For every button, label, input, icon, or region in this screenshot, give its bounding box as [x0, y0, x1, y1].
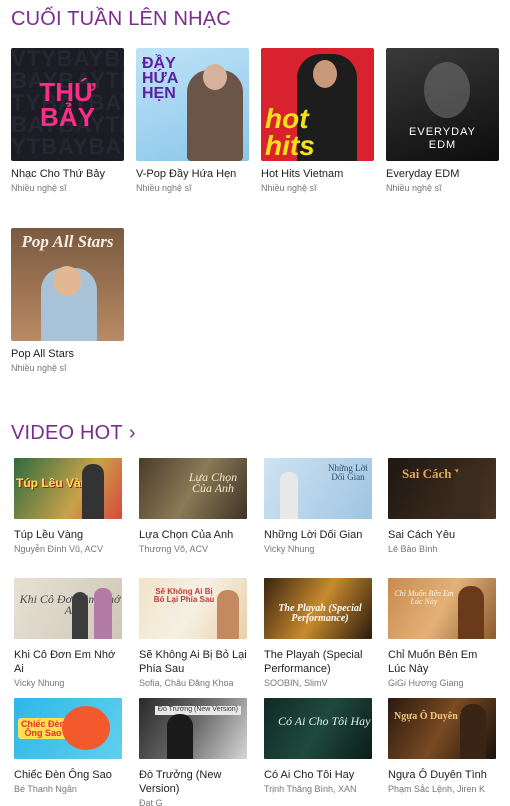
video-title[interactable]: Đò Trưởng (New Version) — [139, 768, 247, 796]
cover-art-text: EVERYDAY EDM — [409, 126, 476, 152]
artist-head — [203, 64, 227, 90]
video-thumbnail[interactable]: The Playah (Special Performance) — [264, 578, 372, 639]
playlist-card[interactable]: hot hits Hot Hits Vietnam Nhiều nghệ sĩ — [261, 48, 374, 193]
video-thumbnail[interactable]: Đò Trưởng (New Version) — [139, 698, 247, 759]
video-artist[interactable]: Sofia, Châu Đăng Khoa — [139, 678, 247, 688]
video-thumbnail[interactable]: Ngựa Ô Duyên Tình — [388, 698, 496, 759]
video-card[interactable]: Chỉ Muốn Bên Em Lúc Này Chỉ Muốn Bên Em … — [388, 578, 496, 688]
video-title[interactable]: Ngựa Ô Duyên Tình — [388, 768, 496, 782]
playlist-cover[interactable]: Pop All Stars — [11, 228, 124, 341]
thumbnail-text: Những Lời Dối Gian — [328, 463, 368, 482]
video-thumbnail[interactable]: Sẽ Không Ai Bị Bỏ Lại Phía Sau — [139, 578, 247, 639]
cover-art-text: THỨ BẢY — [39, 77, 96, 132]
video-thumbnail[interactable]: Có Ai Cho Tôi Hay — [264, 698, 372, 759]
video-card[interactable]: Có Ai Cho Tôi Hay Có Ai Cho Tôi Hay Trịn… — [264, 698, 372, 794]
video-title[interactable]: Chiếc Đèn Ông Sao — [14, 768, 122, 782]
playlist-title[interactable]: Nhạc Cho Thứ Bảy — [11, 167, 124, 181]
playlist-title[interactable]: Hot Hits Vietnam — [261, 167, 374, 181]
playlist-subtitle: Nhiều nghệ sĩ — [386, 183, 442, 193]
cover-art-text: hot hits — [265, 103, 315, 161]
video-thumbnail[interactable]: Lựa Chọn Của Anh — [139, 458, 247, 519]
artist-figure — [280, 472, 298, 519]
artist-head — [424, 62, 470, 118]
playlist-cover[interactable]: ĐẦY HỨA HẸN — [136, 48, 249, 161]
thumbnail-text: Chỉ Muốn Bên Em Lúc Này — [394, 589, 454, 606]
video-title[interactable]: Có Ai Cho Tôi Hay — [264, 768, 372, 782]
playlist-subtitle: Nhiều nghệ sĩ — [261, 183, 317, 193]
weekend-section-title: CUỐI TUẦN LÊN NHẠC — [11, 8, 231, 30]
video-title[interactable]: Túp Lều Vàng — [14, 528, 122, 542]
video-title[interactable]: Chỉ Muốn Bên Em Lúc Này — [388, 648, 496, 676]
video-artist[interactable]: Trịnh Thăng Bình, XAN — [264, 784, 372, 794]
video-artist[interactable]: SOOBIN, SlimV — [264, 678, 372, 688]
cover-art-text: Pop All Stars — [21, 232, 114, 251]
playlist-title[interactable]: Everyday EDM — [386, 167, 499, 181]
playlist-title[interactable]: Pop All Stars — [11, 347, 124, 361]
playlist-cover[interactable]: EVERYDAY EDM — [386, 48, 499, 161]
video-hot-title[interactable]: VIDEO HOT — [11, 422, 123, 444]
artist-figure — [458, 586, 484, 639]
video-artist[interactable]: Thương Võ, ACV — [139, 544, 247, 554]
video-card[interactable]: Sẽ Không Ai Bị Bỏ Lại Phía Sau Sẽ Không … — [139, 578, 247, 688]
playlist-cover[interactable]: VTYBAYBAYTBAYBAYTBAYTYBAYBAYTYBAYBAYTBAY… — [11, 48, 124, 161]
video-card[interactable]: Đò Trưởng (New Version) Đò Trưởng (New V… — [139, 698, 247, 806]
thumbnail-text: The Playah (Special Performance) — [278, 603, 362, 624]
thumbnail-text: Đò Trưởng (New Version) — [154, 706, 241, 715]
video-card[interactable]: Túp Lều Vàng Túp Lều Vàng Nguyễn Đình Vũ… — [14, 458, 122, 554]
video-thumbnail[interactable]: Chiếc Đèn Ông Sao — [14, 698, 122, 759]
playlist-subtitle: Nhiều nghệ sĩ — [11, 183, 67, 193]
video-artist[interactable]: Nguyễn Đình Vũ, ACV — [14, 544, 122, 554]
video-title[interactable]: Sai Cách Yêu — [388, 528, 496, 542]
artist-figure — [72, 592, 88, 639]
thumbnail-text: Có Ai Cho Tôi Hay — [278, 714, 371, 728]
video-artist[interactable]: Lê Bảo Bình — [388, 544, 496, 554]
thumbnail-text: Chiếc Đèn Ông Sao — [18, 718, 68, 740]
video-title[interactable]: Khi Cô Đơn Em Nhớ Ai — [14, 648, 122, 676]
video-artist[interactable]: Vicky Nhung — [264, 544, 372, 554]
video-hot-heading[interactable]: VIDEO HOT › — [11, 422, 136, 445]
playlist-cover[interactable]: hot hits — [261, 48, 374, 161]
video-title[interactable]: Những Lời Dối Gian — [264, 528, 372, 542]
video-title[interactable]: Sẽ Không Ai Bị Bỏ Lại Phía Sau — [139, 648, 247, 676]
playlist-card[interactable]: Pop All Stars Pop All Stars Nhiều nghệ s… — [11, 228, 124, 373]
artist-figure — [167, 714, 193, 759]
lantern-decoration — [62, 706, 110, 750]
video-card[interactable]: Lựa Chọn Của Anh Lựa Chọn Của Anh Thương… — [139, 458, 247, 554]
artist-figure — [82, 464, 104, 519]
playlist-card[interactable]: VTYBAYBAYTBAYBAYTBAYTYBAYBAYTYBAYBAYTBAY… — [11, 48, 124, 193]
video-card[interactable]: Sai Cách Yêu Sai Cách Yêu Lê Bảo Bình — [388, 458, 496, 554]
artist-head — [53, 266, 81, 296]
playlist-card[interactable]: ĐẦY HỨA HẸN V-Pop Đầy Hứa Hẹn Nhiều nghệ… — [136, 48, 249, 193]
artist-figure — [460, 704, 486, 759]
video-title[interactable]: The Playah (Special Performance) — [264, 648, 372, 676]
video-thumbnail[interactable]: Khi Cô Đơn Em Nhớ Ai — [14, 578, 122, 639]
artist-figure — [454, 468, 480, 519]
video-card[interactable]: Khi Cô Đơn Em Nhớ Ai Khi Cô Đơn Em Nhớ A… — [14, 578, 122, 688]
playlist-card[interactable]: EVERYDAY EDM Everyday EDM Nhiều nghệ sĩ — [386, 48, 499, 193]
video-card[interactable]: Ngựa Ô Duyên Tình Ngựa Ô Duyên Tình Phạm… — [388, 698, 496, 794]
cover-art-text: ĐẦY HỨA HẸN — [142, 55, 178, 103]
video-title[interactable]: Lựa Chọn Của Anh — [139, 528, 247, 542]
video-card[interactable]: Những Lời Dối Gian Những Lời Dối Gian Vi… — [264, 458, 372, 554]
playlist-subtitle: Nhiều nghệ sĩ — [136, 183, 192, 193]
video-artist[interactable]: GiGi Hương Giang — [388, 678, 496, 688]
thumbnail-text: Sẽ Không Ai Bị Bỏ Lại Phía Sau — [153, 587, 215, 604]
video-thumbnail[interactable]: Những Lời Dối Gian — [264, 458, 372, 519]
artist-figure — [94, 588, 112, 639]
chevron-right-icon[interactable]: › — [129, 422, 136, 445]
video-artist[interactable]: Đạt G — [139, 798, 247, 806]
video-thumbnail[interactable]: Sai Cách Yêu — [388, 458, 496, 519]
playlist-subtitle: Nhiều nghệ sĩ — [11, 363, 67, 373]
playlist-title[interactable]: V-Pop Đầy Hứa Hẹn — [136, 167, 249, 181]
video-thumbnail[interactable]: Chỉ Muốn Bên Em Lúc Này — [388, 578, 496, 639]
video-card[interactable]: The Playah (Special Performance) The Pla… — [264, 578, 372, 688]
thumbnail-text: Lựa Chọn Của Anh — [188, 470, 238, 496]
video-artist[interactable]: Phạm Sắc Lệnh, Jiren K — [388, 784, 496, 794]
video-thumbnail[interactable]: Túp Lều Vàng — [14, 458, 122, 519]
video-artist[interactable]: Vicky Nhung — [14, 678, 122, 688]
artist-head — [313, 60, 337, 88]
artist-figure — [217, 590, 239, 639]
video-card[interactable]: Chiếc Đèn Ông Sao Chiếc Đèn Ông Sao Bé T… — [14, 698, 122, 794]
video-artist[interactable]: Bé Thanh Ngân — [14, 784, 122, 794]
